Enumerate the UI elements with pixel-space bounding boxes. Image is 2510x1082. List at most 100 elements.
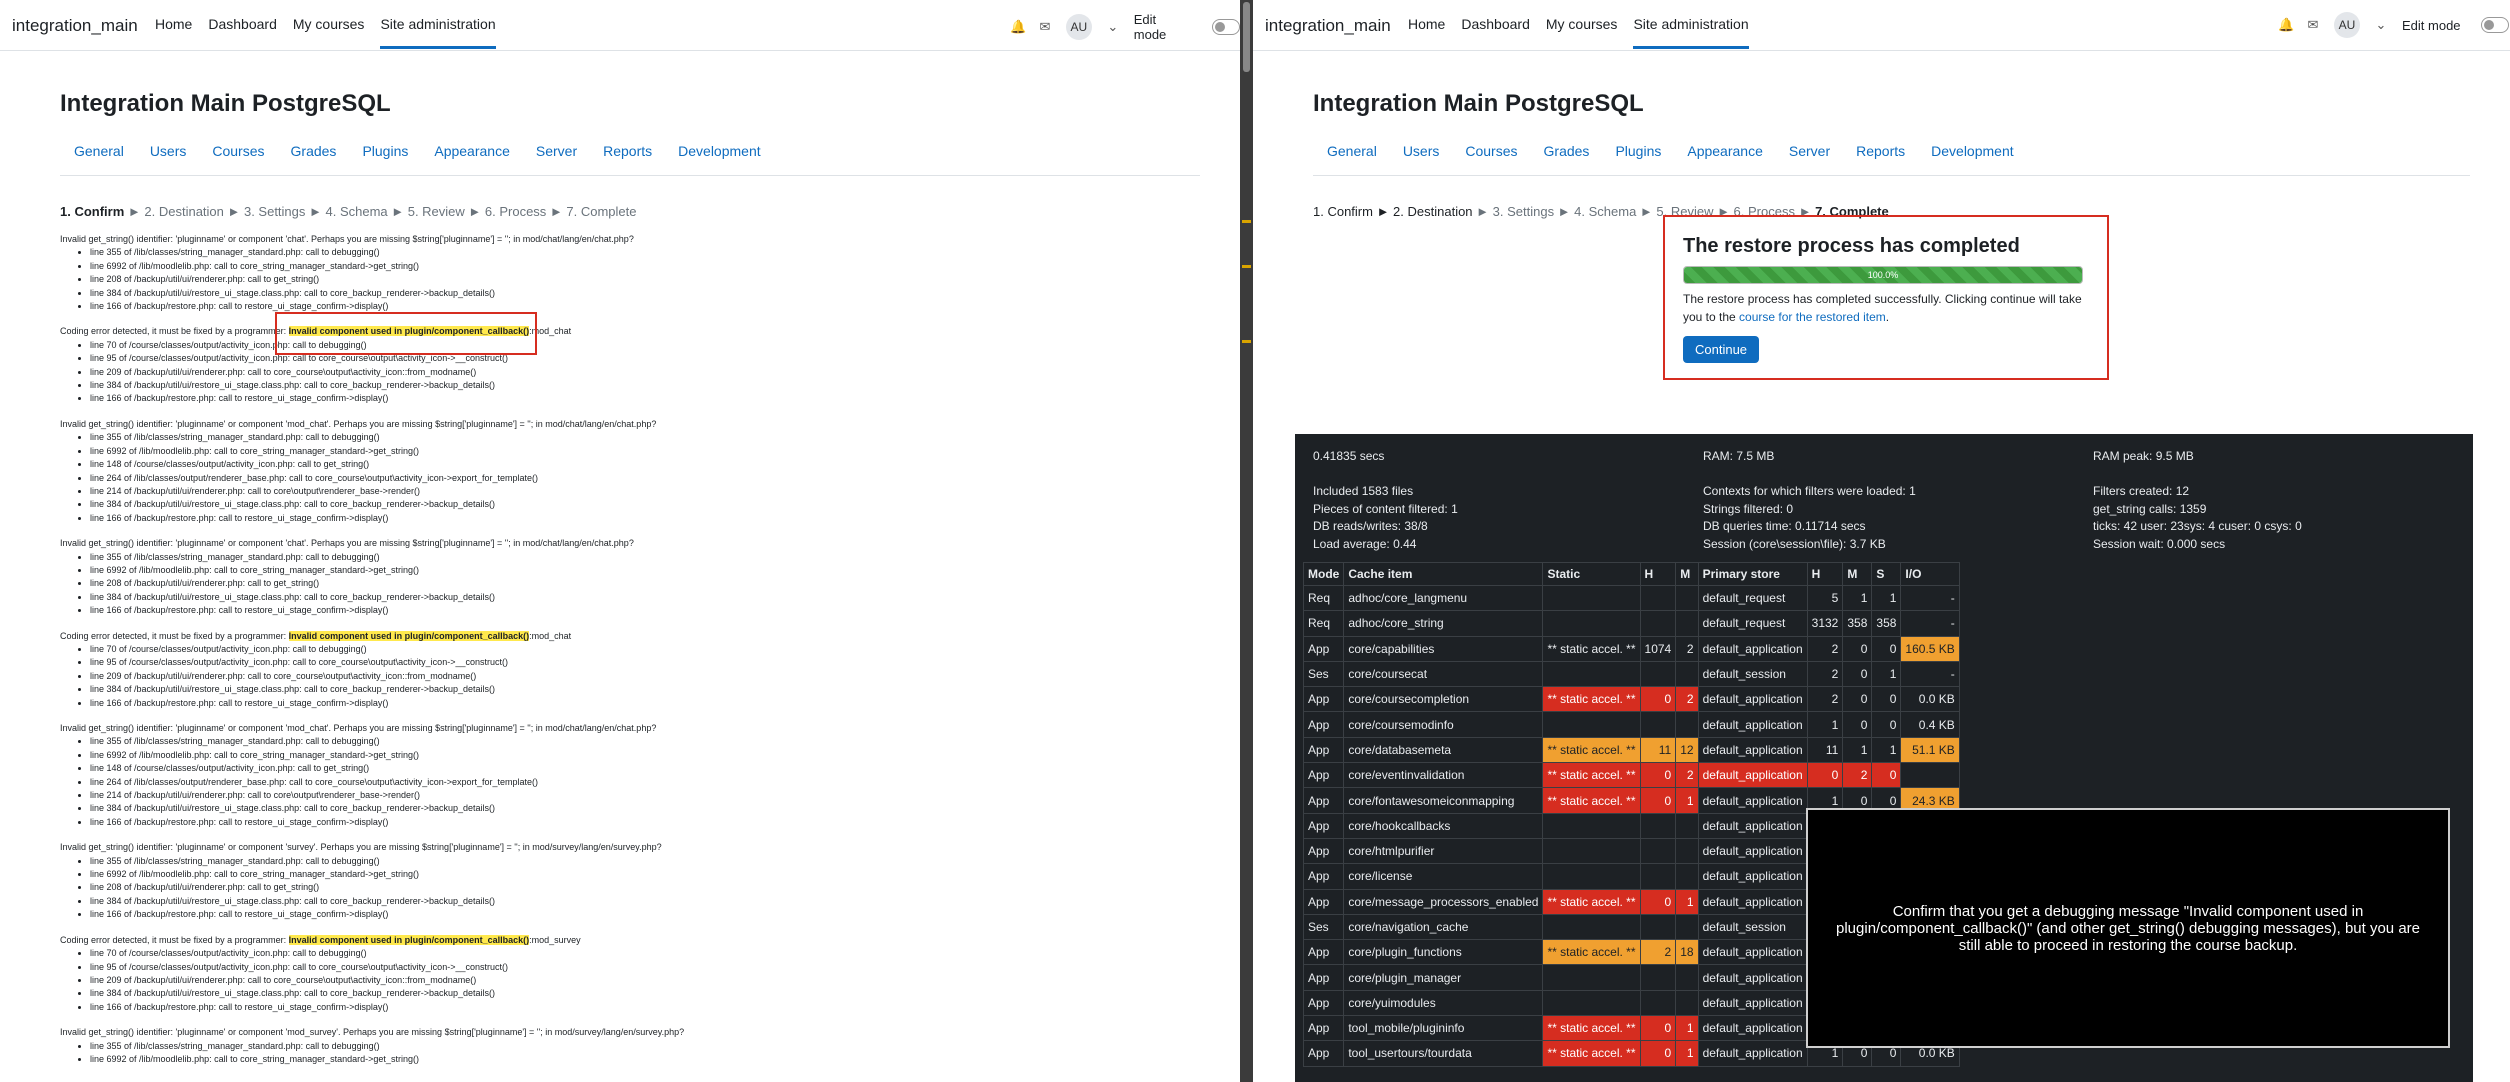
pane-divider-scrollbar[interactable] — [1240, 0, 1253, 1082]
messages-icon[interactable]: ✉ — [1038, 20, 1052, 34]
navbar-right: 🔔 ✉ AU ⌄ Edit mode — [2278, 12, 2509, 38]
cache-cell-static — [1542, 989, 1641, 1017]
nav-my-courses[interactable]: My courses — [293, 16, 365, 49]
perf-stat: Session wait: 0.000 secs — [2093, 536, 2226, 551]
cache-cell-item: core/coursecat — [1343, 660, 1544, 688]
backtrace-line: line 166 of /backup/restore.php: call to… — [90, 816, 1180, 829]
cache-cell-static: ** static accel. ** — [1542, 762, 1641, 789]
cache-cell-mode: App — [1302, 635, 1345, 662]
scrollbar-thumb[interactable] — [1243, 2, 1250, 72]
tab-reports[interactable]: Reports — [603, 143, 652, 159]
tab-grades[interactable]: Grades — [291, 143, 337, 159]
cache-cell-store: default_session — [1697, 913, 1808, 941]
tab-development[interactable]: Development — [1931, 143, 2014, 159]
site-brand[interactable]: integration_main — [12, 16, 138, 36]
chevron-down-icon[interactable]: ⌄ — [1106, 20, 1120, 34]
tab-courses[interactable]: Courses — [212, 143, 264, 159]
backtrace-line: line 166 of /backup/restore.php: call to… — [90, 604, 1180, 617]
cache-cell-sm: 2 — [1675, 635, 1699, 662]
user-avatar[interactable]: AU — [2334, 12, 2360, 38]
cache-cell-s: 1 — [1871, 736, 1902, 764]
notification-bell-icon[interactable]: 🔔 — [1010, 20, 1026, 34]
backtrace-line: line 166 of /backup/restore.php: call to… — [90, 697, 1180, 710]
cache-cell-mode: App — [1302, 888, 1345, 915]
debug-backtrace: line 355 of /lib/classes/string_manager_… — [60, 1040, 1180, 1067]
cache-cell-s: 0 — [1871, 762, 1902, 789]
debug-message: Coding error detected, it must be fixed … — [60, 325, 1180, 338]
cache-cell-sh: 0 — [1639, 787, 1677, 814]
backtrace-line: line 95 of /course/classes/output/activi… — [90, 961, 1180, 974]
chevron-down-icon[interactable]: ⌄ — [2374, 18, 2388, 32]
edit-mode-toggle[interactable] — [1212, 19, 1240, 35]
cache-cell-mode: App — [1302, 1040, 1345, 1067]
cache-cell-static: ** static accel. ** — [1542, 1040, 1641, 1067]
backtrace-line: line 166 of /backup/restore.php: call to… — [90, 1001, 1180, 1014]
annotation-highlight-box — [275, 312, 537, 355]
tab-server[interactable]: Server — [536, 143, 577, 159]
cache-cell-io: 51.1 KB — [1900, 736, 1960, 764]
navbar: integration_main Home Dashboard My cours… — [0, 0, 1240, 51]
backtrace-line: line 6992 of /lib/moodlelib.php: call to… — [90, 749, 1180, 762]
debug-prefix: Coding error detected, it must be fixed … — [60, 326, 289, 337]
cache-cell-sh: 0 — [1639, 1015, 1677, 1042]
backtrace-line: line 208 of /backup/util/ui/renderer.php… — [90, 881, 1180, 894]
user-avatar[interactable]: AU — [1065, 14, 1092, 40]
tab-appearance[interactable]: Appearance — [434, 143, 510, 159]
cache-cell-mode: Req — [1302, 584, 1345, 612]
left-browser-pane: integration_main Home Dashboard My cours… — [0, 0, 1240, 1082]
cache-cell-mode: App — [1302, 837, 1345, 865]
notification-bell-icon[interactable]: 🔔 — [2278, 18, 2294, 32]
cache-cell-item: tool_mobile/plugininfo — [1343, 1015, 1544, 1042]
cache-cell-sm — [1675, 812, 1699, 839]
primary-nav: Home Dashboard My courses Site administr… — [1408, 16, 1765, 49]
nav-site-administration[interactable]: Site administration — [1633, 16, 1749, 49]
backtrace-line: line 384 of /backup/util/ui/restore_ui_s… — [90, 591, 1180, 604]
nav-my-courses[interactable]: My courses — [1546, 16, 1618, 49]
tab-plugins[interactable]: Plugins — [362, 143, 408, 159]
restored-course-link[interactable]: course for the restored item — [1739, 310, 1886, 324]
perf-stat: Included 1583 files — [1313, 484, 1414, 498]
site-brand[interactable]: integration_main — [1265, 16, 1391, 36]
tab-users[interactable]: Users — [150, 143, 187, 159]
cache-cell-sh — [1639, 610, 1677, 637]
continue-button[interactable]: Continue — [1683, 336, 1760, 363]
cache-cell-store: default_application — [1697, 711, 1808, 738]
nav-home[interactable]: Home — [155, 16, 192, 49]
debug-highlight: Invalid component used in plugin/compone… — [288, 934, 530, 945]
nav-site-administration[interactable]: Site administration — [380, 16, 496, 49]
messages-icon[interactable]: ✉ — [2306, 18, 2320, 32]
cache-cell-s: 0 — [1871, 635, 1902, 662]
tab-plugins[interactable]: Plugins — [1615, 143, 1661, 159]
step-rest: ► 2. Destination ► 3. Settings ► 4. Sche… — [124, 204, 637, 219]
perf-column-3: RAM peak: 9.5 MB Filters created: 12 get_… — [2093, 448, 2302, 553]
nav-dashboard[interactable]: Dashboard — [208, 16, 277, 49]
backtrace-line: line 166 of /backup/restore.php: call to… — [90, 908, 1180, 921]
backtrace-line: line 384 of /backup/util/ui/restore_ui_s… — [90, 379, 1180, 392]
cache-cell-sm — [1675, 837, 1699, 865]
primary-nav: Home Dashboard My courses Site administr… — [155, 16, 512, 49]
tab-reports[interactable]: Reports — [1856, 143, 1905, 159]
nav-home[interactable]: Home — [1408, 16, 1445, 49]
nav-dashboard[interactable]: Dashboard — [1461, 16, 1530, 49]
table-row: App core/capabilities ** static accel. ** 1… — [1302, 635, 1960, 662]
cache-cell-item: core/databasemeta — [1343, 736, 1544, 764]
cache-cell-h: 11 — [1806, 736, 1844, 764]
tab-general[interactable]: General — [1327, 143, 1377, 159]
cache-cell-mode: App — [1302, 787, 1345, 814]
cache-cell-store: default_application — [1697, 989, 1808, 1017]
tab-courses[interactable]: Courses — [1465, 143, 1517, 159]
cache-cell-item: core/htmlpurifier — [1343, 837, 1544, 865]
tab-general[interactable]: General — [74, 143, 124, 159]
debug-message: Invalid get_string() identifier: 'plugin… — [60, 418, 657, 429]
debug-backtrace: line 355 of /lib/classes/string_manager_… — [60, 855, 1180, 922]
tab-grades[interactable]: Grades — [1544, 143, 1590, 159]
cache-cell-sh: 0 — [1639, 888, 1677, 915]
cache-cell-m: 0 — [1842, 686, 1873, 713]
tab-appearance[interactable]: Appearance — [1687, 143, 1763, 159]
tab-server[interactable]: Server — [1789, 143, 1830, 159]
tab-development[interactable]: Development — [678, 143, 761, 159]
tab-users[interactable]: Users — [1403, 143, 1440, 159]
cache-cell-sh: 0 — [1639, 762, 1677, 789]
cache-cell-sh — [1639, 660, 1677, 688]
edit-mode-toggle[interactable] — [2480, 17, 2509, 33]
